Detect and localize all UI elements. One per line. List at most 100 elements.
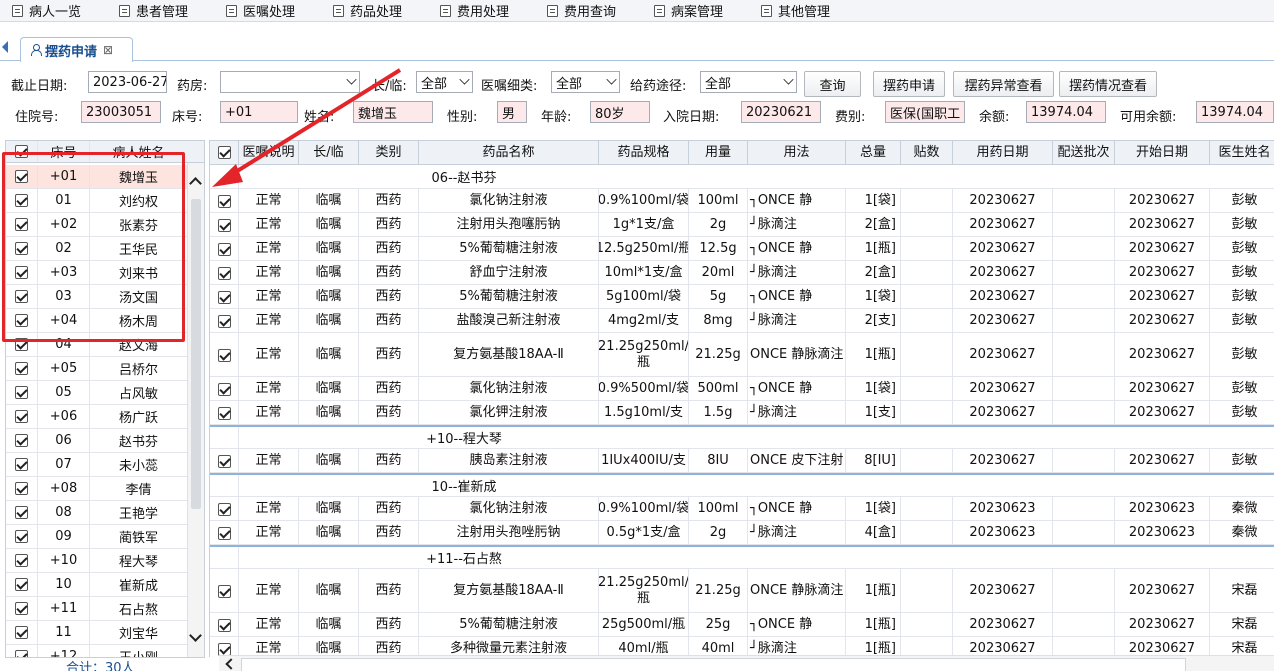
checkbox-icon [217, 348, 231, 362]
cell-drug: 注射用头孢唑肟钠 [419, 521, 599, 545]
order-checkbox[interactable] [210, 189, 239, 213]
cell-start: 20230627 [1115, 213, 1210, 237]
cell-drug: 注射用头孢噻肟钠 [419, 213, 599, 237]
menu-item-4[interactable]: 费用处理 [428, 0, 535, 22]
order-checkbox[interactable] [210, 449, 239, 473]
chevron-up-icon[interactable] [189, 177, 202, 190]
patient-row[interactable]: 11 刘宝华 [6, 621, 187, 645]
order-row[interactable]: 正常 临嘱 西药 5%葡萄糖注射液 5g100ml/袋 5g ┐ONCE 静 1[袋] 2023… [210, 285, 1274, 309]
order-checkbox[interactable] [210, 377, 239, 401]
patient-row[interactable]: 10 崔新成 [6, 573, 187, 597]
order-checkbox[interactable] [210, 237, 239, 261]
order-checkbox[interactable] [210, 613, 239, 637]
patient-row[interactable]: 07 未小蕊 [6, 453, 187, 477]
chevron-left-icon[interactable] [225, 658, 237, 670]
menu-item-0[interactable]: 病人一览 [0, 0, 107, 22]
group-spacer [210, 165, 239, 188]
menu-item-2[interactable]: 医嘱处理 [214, 0, 321, 22]
checkbox-icon [15, 386, 28, 399]
row-checkbox[interactable] [6, 645, 38, 657]
cell-date: 20230627 [953, 449, 1053, 473]
row-checkbox[interactable] [6, 501, 38, 524]
row-checkbox[interactable] [6, 621, 38, 644]
query-button[interactable]: 查询 [804, 71, 861, 97]
order-checkbox[interactable] [210, 285, 239, 309]
row-checkbox[interactable] [6, 453, 38, 476]
row-checkbox[interactable] [6, 573, 38, 596]
tab-dispense-request[interactable]: 摆药申请 ⊠ [20, 37, 133, 62]
order-row[interactable]: 正常 临嘱 西药 复方氨基酸18AA-Ⅱ 21.25g250ml/瓶 21.25g ONCE… [210, 569, 1274, 613]
menu-item-1[interactable]: 患者管理 [107, 0, 214, 22]
order-row[interactable]: 正常 临嘱 西药 舒血宁注射液 10ml*1支/盒 20ml ┘脉滴注 2[盒] 2023062… [210, 261, 1274, 285]
patient-row[interactable]: 08 王艳学 [6, 501, 187, 525]
patient-list-scrollbar[interactable] [187, 163, 204, 657]
row-checkbox[interactable] [6, 357, 38, 380]
route-select[interactable]: 全部 [700, 71, 797, 93]
order-checkbox[interactable] [210, 333, 239, 377]
row-checkbox[interactable] [6, 405, 38, 428]
order-row[interactable]: 正常 临嘱 西药 5%葡萄糖注射液 12.5g250ml/瓶 12.5g ┐ONCE 静 1[… [210, 237, 1274, 261]
order-checkbox[interactable] [210, 401, 239, 425]
cell-dose: 8mg [689, 309, 748, 333]
orders-horizontal-scrollbar[interactable] [219, 655, 1274, 671]
order-checkbox[interactable] [210, 521, 239, 545]
patient-row[interactable]: 09 蔺铁军 [6, 525, 187, 549]
checkbox-icon [217, 406, 231, 420]
tab-scroll-left-icon[interactable] [2, 41, 8, 53]
dispense-request-button[interactable]: 摆药申请 [873, 71, 945, 97]
chevron-down-icon[interactable] [189, 629, 202, 642]
order-row[interactable]: 正常 临嘱 西药 注射用头孢唑肟钠 0.5g*1支/盒 2g ┘脉滴注 4[盒] 2023062… [210, 521, 1274, 545]
cell-spec: 5g100ml/袋 [599, 285, 689, 309]
close-icon[interactable]: ⊠ [103, 43, 113, 57]
select-all-orders-checkbox[interactable] [210, 141, 239, 164]
header-col-13: 医生姓名 [1210, 141, 1274, 164]
order-row[interactable]: 正常 临嘱 西药 5%葡萄糖注射液 25g500ml/瓶 25g ┐ONCE 静 1[瓶] 20… [210, 613, 1274, 637]
order-row[interactable]: 正常 临嘱 西药 胰岛素注射液 1IUx400IU/支 8IU ONCE 皮下注射 8[IU]… [210, 449, 1274, 473]
patient-row[interactable]: +05 吕桥尔 [6, 357, 187, 381]
patient-row[interactable]: +10 程大琴 [6, 549, 187, 573]
order-checkbox[interactable] [210, 309, 239, 333]
order-row[interactable]: 正常 临嘱 西药 注射用头孢噻肟钠 1g*1支/盒 2g ┘脉滴注 2[盒] 20230627 2… [210, 213, 1274, 237]
order-checkbox[interactable] [210, 213, 239, 237]
dispense-abnormal-button[interactable]: 摆药异常查看 [953, 71, 1054, 97]
long-temp-select[interactable]: 全部 [416, 71, 473, 93]
age-label: 年龄: [541, 110, 572, 125]
row-checkbox[interactable] [6, 429, 38, 452]
patient-row[interactable]: 06 赵书芬 [6, 429, 187, 453]
order-checkbox[interactable] [210, 497, 239, 521]
order-row[interactable]: 正常 临嘱 西药 盐酸溴己新注射液 4mg2ml/支 8mg ┘脉滴注 2[支] 2023062… [210, 309, 1274, 333]
menu-item-3[interactable]: 药品处理 [321, 0, 428, 22]
order-checkbox[interactable] [210, 637, 239, 657]
order-row[interactable]: 正常 临嘱 西药 氯化钾注射液 1.5g10ml/支 1.5g ┘脉滴注 1[支] 202306… [210, 401, 1274, 425]
order-row[interactable]: 正常 临嘱 西药 复方氨基酸18AA-Ⅱ 21.25g250ml/瓶 21.25g ONCE… [210, 333, 1274, 377]
order-row[interactable]: 正常 临嘱 西药 氯化钠注射液 0.9%100ml/袋 100ml ┐ONCE 静 1[袋] 2… [210, 497, 1274, 521]
row-checkbox[interactable] [6, 477, 38, 500]
order-category-select[interactable]: 全部 [551, 71, 620, 93]
patient-row[interactable]: +06 杨广跃 [6, 405, 187, 429]
order-row[interactable]: 正常 临嘱 西药 氯化钠注射液 0.9%500ml/袋 500ml ┐ONCE 静 1[袋] 2… [210, 377, 1274, 401]
patient-row[interactable]: +11 石占熬 [6, 597, 187, 621]
row-checkbox[interactable] [6, 381, 38, 404]
order-checkbox[interactable] [210, 261, 239, 285]
dispense-status-button[interactable]: 摆药情况查看 [1059, 71, 1157, 97]
cell-lt: 临嘱 [299, 213, 359, 237]
checkbox-icon [15, 650, 28, 657]
scrollbar-thumb[interactable] [241, 658, 1186, 671]
menu-item-6[interactable]: 病案管理 [642, 0, 749, 22]
scrollbar-thumb[interactable] [191, 199, 201, 509]
patient-row[interactable]: 05 占风敏 [6, 381, 187, 405]
row-checkbox[interactable] [6, 525, 38, 548]
highlight-box [2, 152, 185, 342]
pharmacy-select[interactable] [220, 71, 360, 93]
row-checkbox[interactable] [6, 549, 38, 572]
menu-item-7[interactable]: 其他管理 [749, 0, 856, 22]
order-row[interactable]: 正常 临嘱 西药 多种微量元素注射液 40ml/瓶 40ml ┘脉滴注 1[瓶] 2023062… [210, 637, 1274, 657]
cell-usage: ┐ONCE 静 [748, 189, 846, 213]
patient-row[interactable]: +08 李倩 [6, 477, 187, 501]
cell-empty [901, 449, 953, 473]
deadline-date-input[interactable]: 2023-06-27 [88, 71, 167, 93]
menu-item-5[interactable]: 费用查询 [535, 0, 642, 22]
row-checkbox[interactable] [6, 597, 38, 620]
order-checkbox[interactable] [210, 569, 239, 613]
order-row[interactable]: 正常 临嘱 西药 氯化钠注射液 0.9%100ml/袋 100ml ┐ONCE 静 1[袋] 2… [210, 189, 1274, 213]
